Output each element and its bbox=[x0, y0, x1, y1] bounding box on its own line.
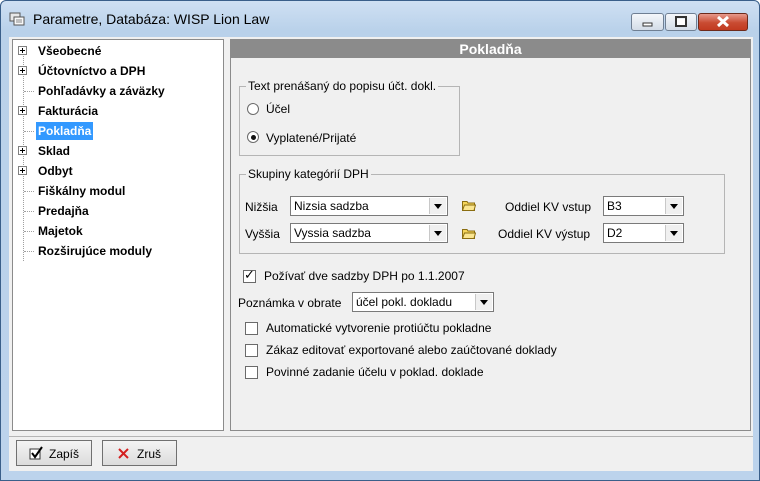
tree-connector bbox=[24, 191, 34, 192]
nizsia-select[interactable]: Nizsia sadzba bbox=[290, 196, 448, 216]
button-separator bbox=[9, 436, 753, 437]
tree-item-label[interactable]: Pohľadávky a záväzky bbox=[36, 82, 167, 100]
checkmark-icon bbox=[29, 446, 43, 460]
category-tree[interactable]: Všeobecné Účtovníctvo a DPH Pohľadávky a z… bbox=[12, 39, 224, 431]
kv-vystup-select-value: D2 bbox=[607, 226, 623, 240]
kv-vstup-select-value: B3 bbox=[607, 199, 622, 213]
auto-counter-account-label[interactable]: Automatické vytvorenie protiúčtu pokladn… bbox=[266, 321, 491, 335]
note-select[interactable]: účel pokl. dokladu bbox=[352, 292, 494, 312]
tree-connector bbox=[24, 91, 34, 92]
tree-item[interactable]: Odbyt bbox=[13, 162, 218, 180]
folder-icon[interactable] bbox=[462, 200, 476, 211]
tree-item-label[interactable]: Fiškálny modul bbox=[36, 182, 127, 200]
expand-plus-icon[interactable] bbox=[18, 46, 27, 55]
vyssia-label: Vyššia bbox=[245, 227, 280, 241]
tree-item-label[interactable]: Odbyt bbox=[36, 162, 75, 180]
tree-item[interactable]: Fiškálny modul bbox=[13, 182, 218, 200]
window-title: Parametre, Databáza: WISP Lion Law bbox=[33, 11, 270, 27]
x-icon bbox=[118, 448, 129, 459]
close-button[interactable] bbox=[698, 13, 748, 31]
note-select-value: účel pokl. dokladu bbox=[356, 295, 453, 309]
settings-panel: Pokladňa Text prenášaný do popisu účt. d… bbox=[230, 39, 751, 431]
panel-header: Pokladňa bbox=[231, 40, 750, 58]
tree-item[interactable]: Majetok bbox=[13, 222, 218, 240]
expand-plus-icon[interactable] bbox=[18, 66, 27, 75]
radio-vyplatene[interactable] bbox=[247, 131, 259, 143]
vyssia-select[interactable]: Vyssia sadzba bbox=[290, 223, 448, 243]
edit-ban-label[interactable]: Zákaz editovať exportované alebo zaúčtov… bbox=[266, 343, 557, 357]
note-label: Poznámka v obrate bbox=[238, 296, 342, 310]
mandatory-purpose-checkbox[interactable] bbox=[245, 366, 258, 379]
dph-categories-legend: Skupiny kategórií DPH bbox=[246, 167, 371, 181]
nizsia-label: Nižšia bbox=[245, 200, 278, 214]
kv-vstup-label: Oddiel KV vstup bbox=[505, 200, 592, 214]
tree-connector bbox=[24, 211, 34, 212]
main-window: Parametre, Databáza: WISP Lion Law Všeob… bbox=[0, 0, 760, 481]
radio-vyplatene-label[interactable]: Vyplatené/Prijaté bbox=[266, 131, 356, 145]
client-area: Všeobecné Účtovníctvo a DPH Pohľadávky a z… bbox=[9, 37, 753, 471]
minimize-icon bbox=[642, 22, 653, 27]
tree-item-label[interactable]: Rozširujúce moduly bbox=[36, 242, 154, 260]
tree-item[interactable]: Účtovníctvo a DPH bbox=[13, 62, 218, 80]
title-bar[interactable]: Parametre, Databáza: WISP Lion Law bbox=[1, 1, 759, 37]
tree-item-label[interactable]: Účtovníctvo a DPH bbox=[36, 62, 147, 80]
cancel-button-label: Zruš bbox=[137, 447, 161, 461]
cancel-button[interactable]: Zruš bbox=[102, 440, 177, 466]
text-transfer-group: Text prenášaný do popisu účt. dokl. bbox=[239, 79, 460, 156]
tree-item-label[interactable]: Všeobecné bbox=[36, 42, 103, 60]
chevron-down-icon[interactable] bbox=[475, 294, 492, 310]
tree-item[interactable]: Fakturácia bbox=[13, 102, 218, 120]
tree-item[interactable]: Sklad bbox=[13, 142, 218, 160]
save-button[interactable]: Zapíš bbox=[16, 440, 92, 466]
two-rates-checkbox[interactable] bbox=[243, 268, 256, 283]
tree-item-label[interactable]: Predajňa bbox=[36, 202, 91, 220]
expand-plus-icon[interactable] bbox=[18, 166, 27, 175]
tree-connector bbox=[24, 131, 34, 132]
minimize-button[interactable] bbox=[631, 13, 664, 31]
tree-item[interactable]: Všeobecné bbox=[13, 42, 218, 60]
text-transfer-legend: Text prenášaný do popisu účt. dokl. bbox=[246, 79, 439, 93]
nizsia-select-value: Nizsia sadzba bbox=[294, 199, 369, 213]
tree-item-label[interactable]: Majetok bbox=[36, 222, 85, 240]
chevron-down-icon[interactable] bbox=[429, 198, 446, 214]
edit-ban-checkbox[interactable] bbox=[245, 344, 258, 357]
radio-ucel-label[interactable]: Účel bbox=[266, 102, 290, 116]
expand-plus-icon[interactable] bbox=[18, 106, 27, 115]
maximize-button[interactable] bbox=[665, 13, 697, 31]
expand-plus-icon[interactable] bbox=[18, 146, 27, 155]
app-icon bbox=[9, 12, 25, 26]
chevron-down-icon[interactable] bbox=[665, 225, 682, 241]
tree-item[interactable]: Pokladňa bbox=[13, 122, 218, 140]
mandatory-purpose-label[interactable]: Povinné zadanie účelu v poklad. doklade bbox=[266, 365, 484, 379]
kv-vstup-select[interactable]: B3 bbox=[603, 196, 684, 216]
tree-item[interactable]: Pohľadávky a záväzky bbox=[13, 82, 218, 100]
kv-vystup-label: Oddiel KV výstup bbox=[498, 227, 591, 241]
chevron-down-icon[interactable] bbox=[665, 198, 682, 214]
radio-ucel[interactable] bbox=[247, 103, 259, 115]
tree-item-label[interactable]: Fakturácia bbox=[36, 102, 100, 120]
tree-connector bbox=[24, 231, 34, 232]
tree-connector bbox=[24, 251, 34, 252]
tree-item-label[interactable]: Sklad bbox=[36, 142, 72, 160]
auto-counter-account-checkbox[interactable] bbox=[245, 322, 258, 335]
kv-vystup-select[interactable]: D2 bbox=[603, 223, 684, 243]
tree-item[interactable]: Rozširujúce moduly bbox=[13, 242, 218, 260]
save-button-label: Zapíš bbox=[49, 447, 80, 461]
tree-item[interactable]: Predajňa bbox=[13, 202, 218, 220]
chevron-down-icon[interactable] bbox=[429, 225, 446, 241]
vyssia-select-value: Vyssia sadzba bbox=[294, 226, 371, 240]
tree-item-label[interactable]: Pokladňa bbox=[36, 122, 94, 140]
folder-icon[interactable] bbox=[462, 228, 476, 239]
maximize-icon bbox=[675, 16, 687, 27]
close-icon bbox=[716, 15, 730, 28]
two-rates-label[interactable]: Požívať dve sadzby DPH po 1.1.2007 bbox=[264, 269, 465, 283]
